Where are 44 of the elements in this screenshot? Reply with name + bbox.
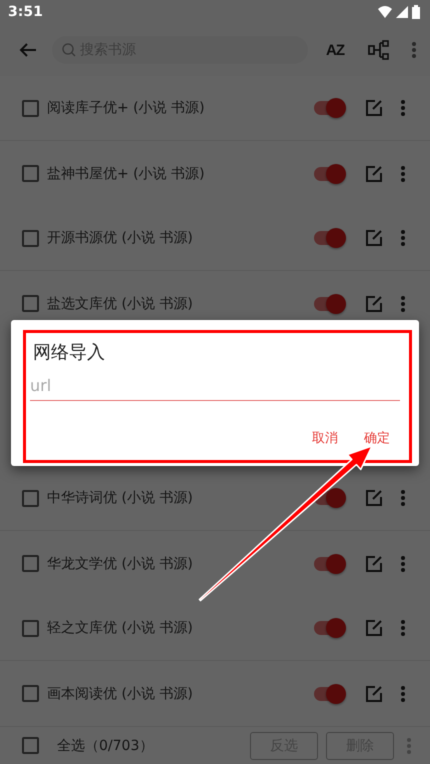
- source-name: 中华诗词优 (小说 书源): [47, 489, 194, 507]
- toggle-switch[interactable]: [314, 686, 344, 700]
- sort-button[interactable]: AZ: [318, 36, 352, 64]
- dialog-title: 网络导入: [32, 341, 106, 364]
- more-icon: [401, 230, 405, 246]
- source-name: 华龙文学优 (小说 书源): [47, 554, 194, 572]
- source-name: 盐神书屋优+ (小说 书源): [47, 164, 206, 182]
- checkbox[interactable]: [22, 685, 39, 702]
- more-icon: [412, 42, 416, 58]
- dialog-button[interactable]: 取消: [310, 425, 340, 451]
- checkbox[interactable]: [22, 620, 39, 636]
- toggle-switch[interactable]: [314, 101, 344, 115]
- checkbox[interactable]: [22, 737, 39, 754]
- toggle-switch[interactable]: [314, 166, 344, 180]
- toggle-switch[interactable]: [314, 556, 344, 570]
- toggle-switch[interactable]: [314, 621, 344, 635]
- more-icon: [401, 556, 405, 572]
- more-icon: [401, 490, 405, 506]
- source-name: 开源书源优 (小说 书源): [47, 229, 194, 247]
- checkbox[interactable]: [22, 100, 39, 116]
- signal-icon: [396, 6, 408, 18]
- more-icon: [401, 620, 405, 636]
- wifi-icon: [378, 6, 392, 18]
- toggle-switch[interactable]: [314, 231, 344, 245]
- checkbox[interactable]: [22, 490, 39, 506]
- toggle-switch[interactable]: [314, 296, 344, 310]
- source-name: 轻之文库优 (小说 书源): [47, 619, 194, 637]
- search-icon: [62, 43, 76, 57]
- source-name: 盐选文库优 (小说 书源): [47, 294, 194, 312]
- source-name: 画本阅读优 (小说 书源): [47, 684, 194, 702]
- more-icon: [401, 100, 405, 116]
- checkbox[interactable]: [22, 230, 39, 246]
- checkbox[interactable]: [22, 295, 39, 312]
- battery-icon: [412, 5, 420, 19]
- status-time: 3:51: [8, 4, 43, 20]
- more-icon: [401, 166, 405, 182]
- more-icon: [401, 686, 405, 702]
- source-name: 阅读库子优+ (小说 书源): [47, 99, 206, 117]
- select-all-label: 全选（0/703）: [57, 736, 154, 754]
- checkbox[interactable]: [22, 555, 39, 572]
- more-icon: [407, 738, 411, 754]
- dialog-button[interactable]: 确定: [362, 425, 392, 451]
- checkbox[interactable]: [22, 165, 39, 182]
- more-icon: [401, 296, 405, 312]
